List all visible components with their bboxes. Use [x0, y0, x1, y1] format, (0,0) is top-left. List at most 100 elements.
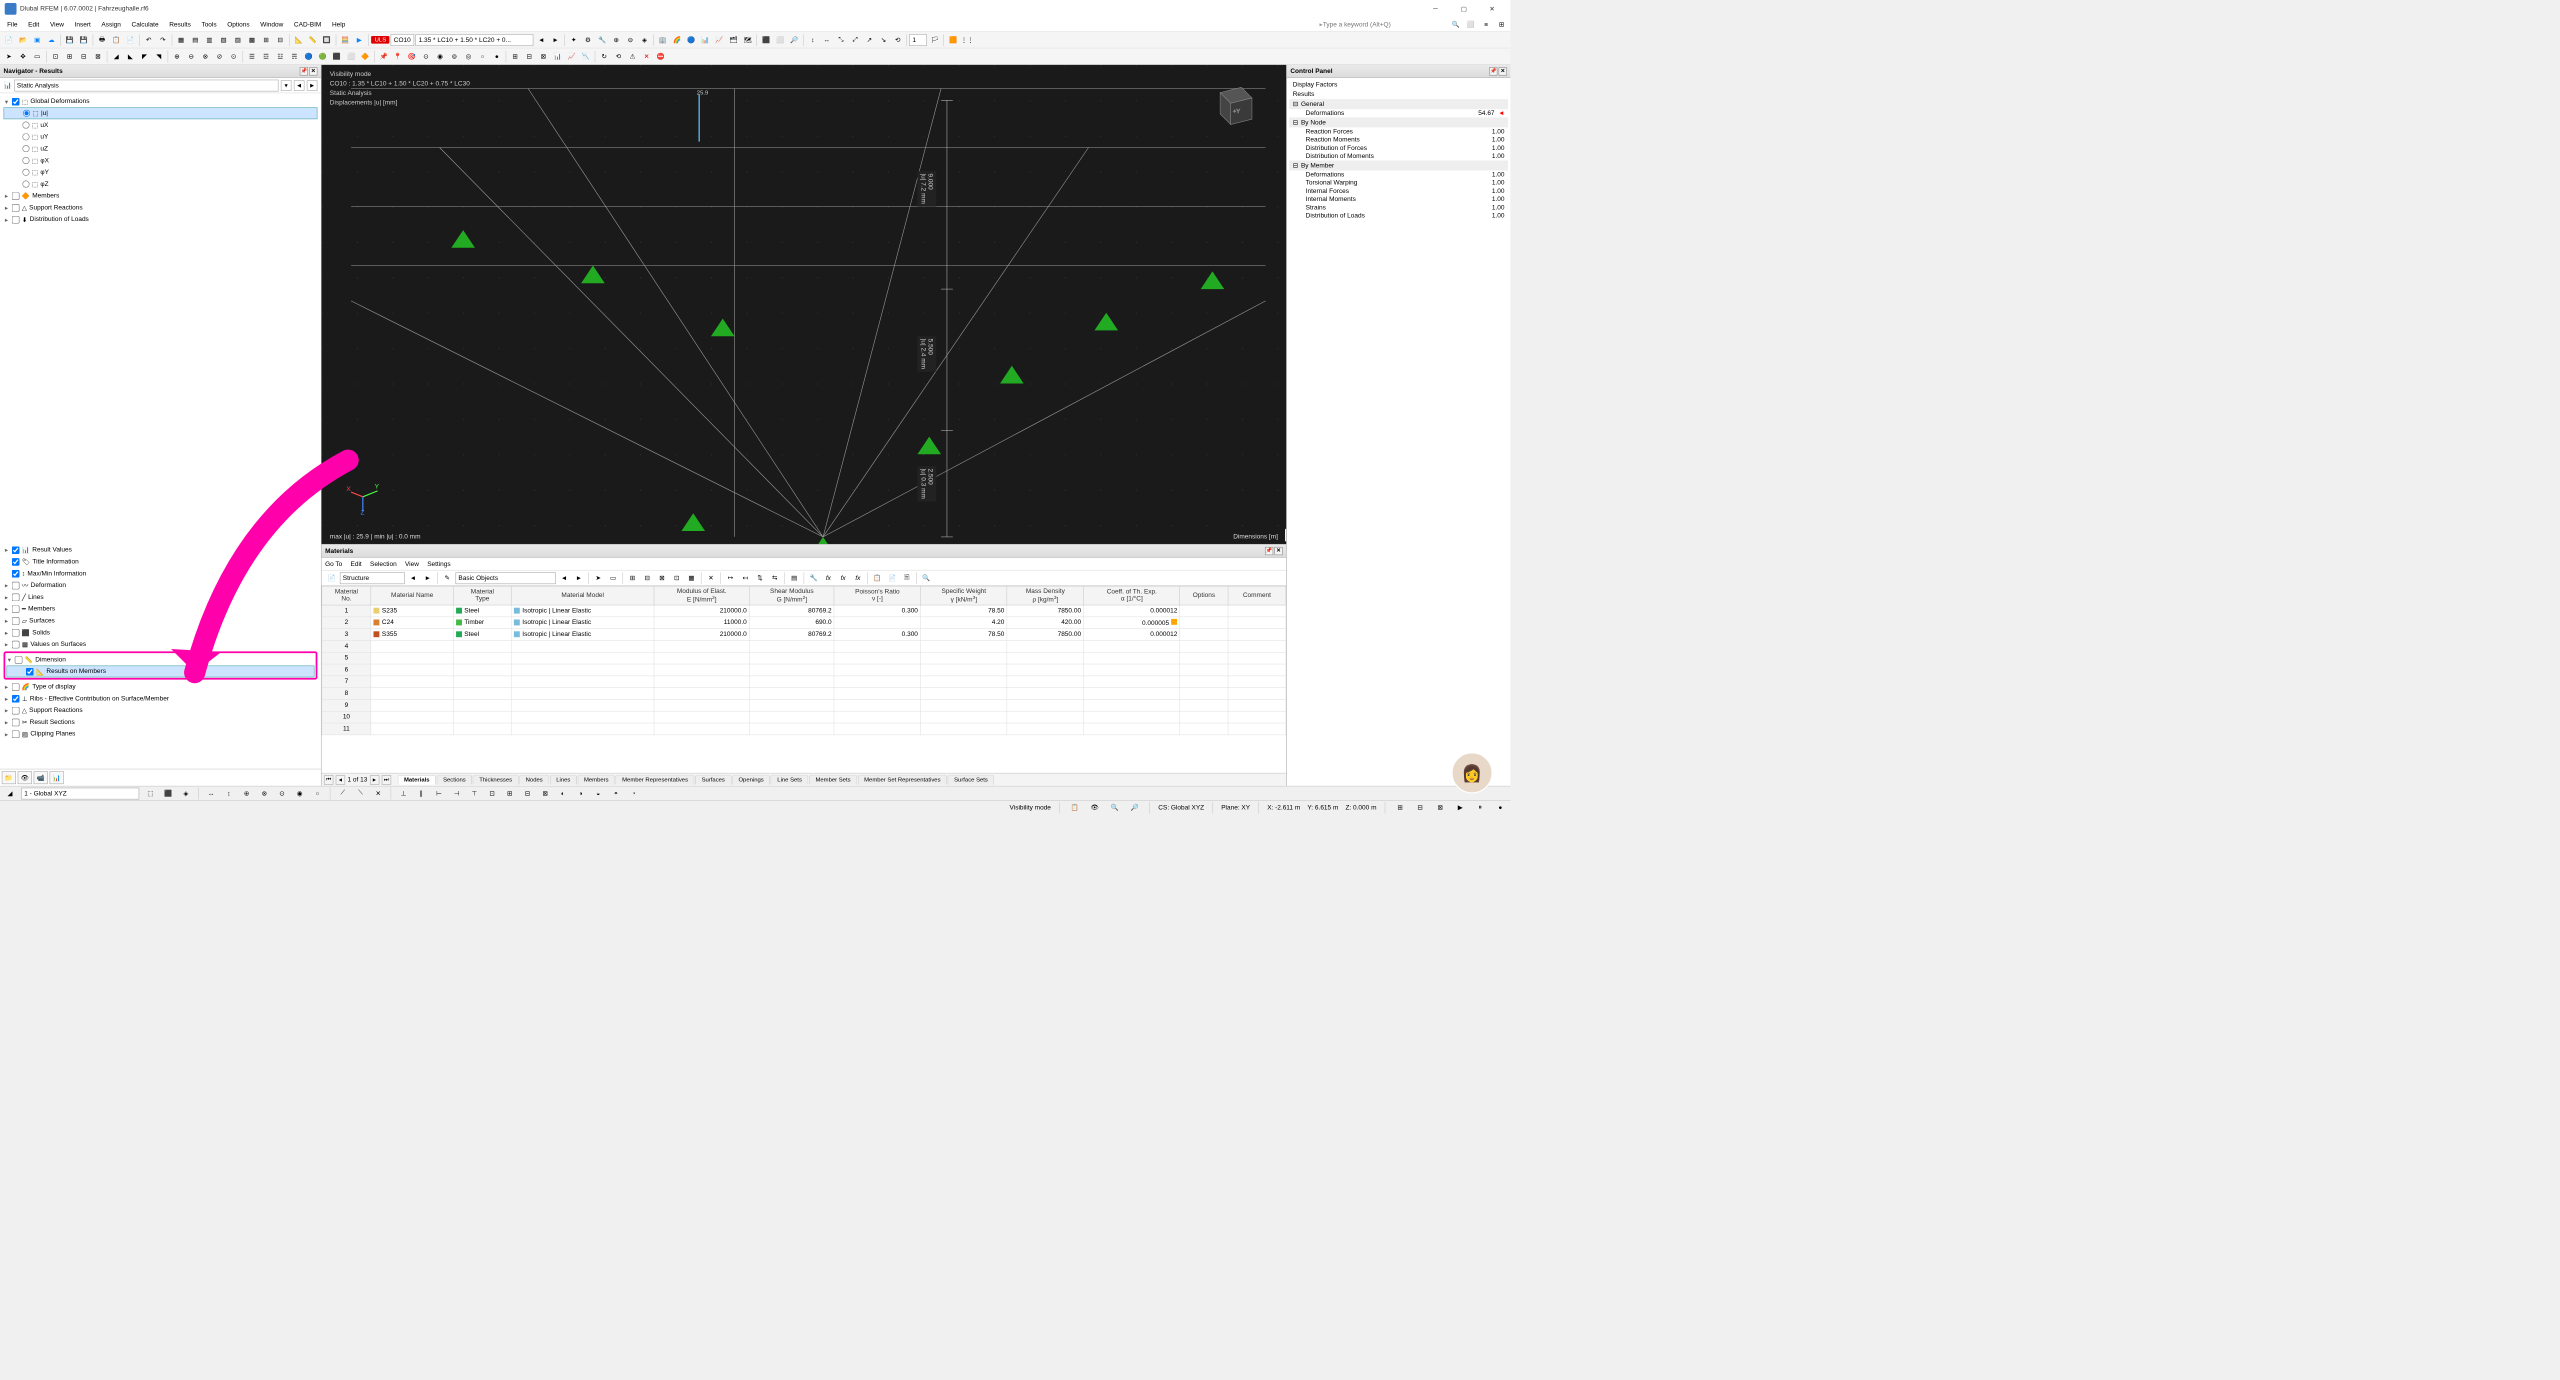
mt-icon[interactable]: ⊡ — [670, 571, 683, 584]
nav-mode-views-icon[interactable]: 📹 — [34, 771, 48, 784]
layout-icon[interactable]: ▧ — [217, 33, 230, 46]
cb-icon[interactable]: ⊗ — [258, 787, 271, 800]
t2-icon[interactable]: ⊠ — [91, 50, 104, 63]
mt-search-icon[interactable]: 🔍 — [920, 571, 933, 584]
menu-help[interactable]: Help — [327, 20, 350, 29]
display-icon[interactable]: 🔵 — [685, 33, 698, 46]
mt-icon[interactable]: 📄 — [886, 571, 899, 584]
calc-icon[interactable]: 🧮 — [339, 33, 352, 46]
t2-icon[interactable]: ⊚ — [448, 50, 461, 63]
display-icon[interactable]: 📈 — [713, 33, 726, 46]
menu-window[interactable]: Window — [256, 20, 289, 29]
t2-icon[interactable]: ⊞ — [63, 50, 76, 63]
tab-line-sets[interactable]: Line Sets — [771, 775, 809, 784]
cloud-icon[interactable]: ☁ — [45, 33, 58, 46]
t2-icon[interactable]: ⊟ — [77, 50, 90, 63]
tab-openings[interactable]: Openings — [732, 775, 770, 784]
doc-icon[interactable]: 📄 — [124, 33, 137, 46]
t2-icon[interactable]: ⊘ — [213, 50, 226, 63]
close-panel-icon[interactable]: ✕ — [1499, 67, 1507, 75]
cb-icon[interactable]: ⊥ — [397, 787, 410, 800]
col-header[interactable]: Mass Densityρ [kg/m3] — [1007, 586, 1084, 605]
tree-resultvals[interactable]: ▸📊Result Values — [4, 544, 318, 556]
cb-icon[interactable]: ◈ — [179, 787, 192, 800]
menu-assign[interactable]: Assign — [97, 20, 126, 29]
viewport-3d[interactable]: 25.9 9.000|u| 7.2 mm 5.500|u| 2.4 mm 2.5… — [322, 65, 1287, 544]
col-header[interactable]: Material Model — [511, 586, 654, 605]
table-row[interactable]: 9 — [322, 699, 1286, 711]
table-row[interactable]: 6 — [322, 664, 1286, 676]
mt-icon[interactable]: ⊠ — [655, 571, 668, 584]
minimize-button[interactable]: ─ — [1422, 0, 1449, 18]
measure-icon[interactable]: 📐 — [292, 33, 305, 46]
sb-icon[interactable]: ⊞ — [1394, 801, 1407, 814]
mat-menu-settings[interactable]: Settings — [427, 560, 450, 567]
tool-icon[interactable]: ◈ — [638, 33, 651, 46]
mt-prev[interactable]: ◄ — [407, 571, 420, 584]
tree-members2[interactable]: ▸━Members — [4, 603, 318, 615]
cb-icon[interactable]: ↔ — [205, 787, 218, 800]
cp-row[interactable]: Distribution of Forces1.00 — [1289, 144, 1508, 152]
toolbar-icon[interactable]: ⬜ — [1464, 18, 1477, 31]
cp-row[interactable]: Internal Moments1.00 — [1289, 195, 1508, 203]
cp-row[interactable]: Strains1.00 — [1289, 204, 1508, 212]
print-icon[interactable]: 🖶 — [96, 33, 109, 46]
search2-icon[interactable]: 🔎 — [788, 33, 801, 46]
display-icon[interactable]: 📊 — [699, 33, 712, 46]
frame-icon[interactable]: 🔲 — [320, 33, 333, 46]
tree-members[interactable]: ▸🔶Members — [4, 190, 318, 202]
mt-icon[interactable]: ↦ — [724, 571, 737, 584]
close-panel-icon[interactable]: ✕ — [309, 67, 317, 75]
t2-icon[interactable]: ◥ — [152, 50, 165, 63]
display-icon[interactable]: 🌈 — [671, 33, 684, 46]
view-cube[interactable]: +Y — [1210, 77, 1263, 130]
mt-fx3-icon[interactable]: fx — [851, 571, 864, 584]
mt-icon[interactable]: ▭ — [607, 571, 620, 584]
cp-row[interactable]: Internal Forces1.00 — [1289, 187, 1508, 195]
toolbar-icon[interactable]: ⊞ — [1495, 18, 1508, 31]
ruler-icon[interactable]: 📏 — [306, 33, 319, 46]
mt-fx-icon[interactable]: fx — [822, 571, 835, 584]
arrow-icon[interactable]: ⤡ — [835, 33, 848, 46]
col-header[interactable]: MaterialType — [453, 586, 511, 605]
vp-btn1[interactable]: ⇅ — [1285, 529, 1286, 542]
sb-icon[interactable]: 🔎 — [1128, 801, 1141, 814]
cb-icon[interactable]: ◑ — [574, 787, 587, 800]
table-row[interactable]: 5 — [322, 652, 1286, 664]
col-header[interactable]: Shear ModulusG [N/mm2] — [749, 586, 834, 605]
cb-icon[interactable]: ⟋ — [336, 787, 349, 800]
tree-results-on-members[interactable]: 📐Results on Members — [6, 666, 314, 678]
cb-icon[interactable]: ⊢ — [432, 787, 445, 800]
tab-member-sets[interactable]: Member Sets — [809, 775, 857, 784]
col-header[interactable]: Options — [1180, 586, 1228, 605]
co-select[interactable]: CO10 — [391, 34, 415, 46]
cb-icon[interactable]: ⊤ — [468, 787, 481, 800]
cb-icon[interactable]: ⬚ — [144, 787, 157, 800]
t2-icon[interactable]: ⊙ — [419, 50, 432, 63]
table-row[interactable]: 2 C24 Timber Isotropic | Linear Elastic … — [322, 617, 1286, 629]
t2-icon[interactable]: 📉 — [579, 50, 592, 63]
cb-icon[interactable]: ⊣ — [450, 787, 463, 800]
display-icon[interactable]: 🏢 — [656, 33, 669, 46]
arrow-icon[interactable]: ⟲ — [891, 33, 904, 46]
saveall-icon[interactable]: 💾 — [77, 33, 90, 46]
sb-icon[interactable]: ● — [1494, 801, 1507, 814]
t2-icon[interactable]: ◤ — [138, 50, 151, 63]
mt-icon[interactable]: 📋 — [871, 571, 884, 584]
prev-icon[interactable]: ◄ — [535, 33, 548, 46]
cb-icon[interactable]: ◢ — [4, 787, 17, 800]
tree-titleinfo[interactable]: 🏷Title Information — [4, 556, 318, 568]
cp-section-header[interactable]: ⊟ By Node — [1289, 117, 1508, 127]
cp-row[interactable]: Reaction Moments1.00 — [1289, 136, 1508, 144]
t2-icon[interactable]: ↻ — [598, 50, 611, 63]
display-icon[interactable]: 🗺 — [741, 33, 754, 46]
block-icon[interactable]: ▣ — [31, 33, 44, 46]
cb-icon[interactable]: ⟍ — [354, 787, 367, 800]
menu-results[interactable]: Results — [164, 20, 195, 29]
toolbar-icon[interactable]: ≡ — [1480, 18, 1493, 31]
cb-icon[interactable]: ⊟ — [521, 787, 534, 800]
sb-icon[interactable]: 🔍 — [1108, 801, 1121, 814]
cb-icon[interactable]: ⬛ — [162, 787, 175, 800]
tree-clipping[interactable]: ▸▨Clipping Planes — [4, 728, 318, 740]
cb-icon[interactable]: ↕ — [222, 787, 235, 800]
